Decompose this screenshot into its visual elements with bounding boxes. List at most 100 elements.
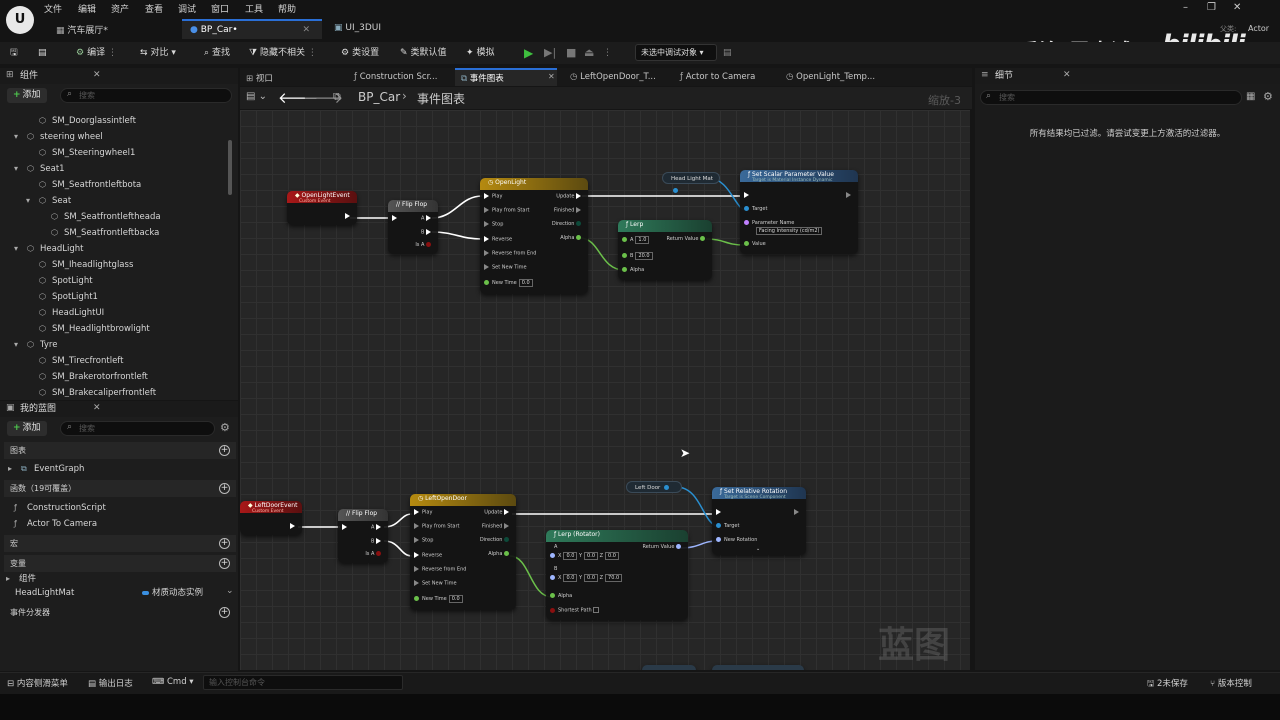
component-tree-item[interactable]: ⬡ SM_Headlightbrowlight	[0, 321, 228, 337]
component-tree-item[interactable]: ⬡ SpotLight	[0, 273, 228, 289]
graphs-section[interactable]: 图表 +	[4, 442, 236, 459]
node-set-scalar-parameter[interactable]: ƒ Set Scalar Parameter Value Target is M…	[740, 170, 858, 254]
variable-type[interactable]: 材质动态实例	[142, 585, 203, 601]
add-variable-icon[interactable]: +	[219, 558, 230, 569]
tab-open-light-temp[interactable]: ◷ OpenLight_Temp...	[786, 72, 875, 82]
functions-section[interactable]: 函数（19可覆盖） +	[4, 480, 236, 497]
return-value-pin[interactable]: Return Value	[666, 236, 708, 243]
node-lerp-rotator[interactable]: ƒ Lerp (Rotator) A X 0.0 Y 0.0 Z 0.0 B X 0.0…	[546, 530, 688, 620]
class-settings-button[interactable]: ⚙ 类设置	[341, 45, 379, 61]
b-value[interactable]: 20.0	[635, 252, 653, 260]
dispatchers-section[interactable]: 事件分发器 +	[4, 604, 236, 621]
component-tree-item[interactable]: ▾ ⬡ HeadLight	[0, 241, 228, 257]
is-a-pin[interactable]: Is A	[365, 551, 384, 558]
gear-icon[interactable]: ⚙	[1263, 90, 1273, 103]
close-icon[interactable]: ✕	[93, 403, 101, 413]
parameter-name-value[interactable]: Facing Intensity (cd/m2)	[756, 227, 823, 235]
exec-in-pin[interactable]	[392, 215, 400, 223]
component-tree-item[interactable]: ▾ ⬡ Seat	[0, 193, 228, 209]
component-tree-item[interactable]: ⬡ SpotLight1	[0, 289, 228, 305]
add-dispatcher-icon[interactable]: +	[219, 607, 230, 618]
b-rotator-fields[interactable]: X 0.0 Y 0.0 Z 70.0	[550, 574, 623, 582]
node-open-light-timeline[interactable]: ◷ OpenLight Play Play from Start Stop Re…	[480, 178, 588, 294]
is-a-pin[interactable]: Is A	[415, 242, 434, 249]
doc-tab-bp-car[interactable]: ● BP_Car• ✕	[182, 19, 322, 39]
value-pin[interactable]: Value	[744, 241, 766, 248]
b-out-pin[interactable]: B	[371, 538, 384, 546]
add-member-button[interactable]: + 添加	[7, 421, 47, 436]
cmd-select[interactable]: ⌨ Cmd ▾	[152, 677, 194, 687]
doc-tab-ui-3dui[interactable]: ▣ UI_3DUI	[326, 19, 446, 39]
reverse-from-end-pin[interactable]: Reverse from End	[484, 250, 536, 258]
add-function-icon[interactable]: +	[219, 483, 230, 494]
b-out-pin[interactable]: B	[421, 229, 434, 237]
component-tree-item[interactable]: ▾ ⬡ Tyre	[0, 337, 228, 353]
component-tree-item[interactable]: ⬡ SM_Brakerotorfrontleft	[0, 369, 228, 385]
return-value-pin[interactable]: Return Value	[642, 544, 684, 551]
chevron-down-icon[interactable]: ⌄	[756, 546, 760, 553]
b-y-value[interactable]: 0.0	[584, 574, 598, 582]
reverse-pin[interactable]: Reverse	[484, 236, 512, 244]
simulate-button[interactable]: ✦ 模拟	[466, 45, 495, 61]
close-icon[interactable]: ✕	[1063, 70, 1071, 80]
diff-button[interactable]: ⇆ 对比 ▾	[140, 45, 176, 61]
node-partial[interactable]	[712, 665, 804, 670]
doc-tab-showroom[interactable]: ▦ 汽车展厅*	[48, 19, 180, 39]
debug-browse-icon[interactable]: ▤	[723, 45, 732, 61]
content-drawer-button[interactable]: ⊟ 内容侧滑菜单	[7, 677, 68, 689]
b-pin[interactable]: B 20.0	[622, 252, 653, 260]
target-pin[interactable]: Target	[744, 206, 767, 213]
function-actor-to-camera[interactable]: ƒ Actor To Camera	[14, 516, 97, 532]
node-set-relative-rotation[interactable]: ƒ Set Relative Rotation Target is Scene …	[712, 487, 806, 555]
target-pin[interactable]: Target	[716, 523, 739, 530]
node-open-light-event[interactable]: ◆ OpenLightEvent Custom Event	[287, 191, 357, 225]
component-tree-item[interactable]: ⬡ HeadLightUI	[0, 305, 228, 321]
output-log-button[interactable]: ▤ 输出日志	[88, 677, 133, 689]
tab-actor-to-camera[interactable]: ƒ Actor to Camera	[680, 72, 755, 82]
macros-section[interactable]: 宏 +	[4, 535, 236, 552]
b-x-value[interactable]: 0.0	[563, 574, 578, 582]
finished-pin[interactable]: Finished	[554, 207, 584, 215]
a-value[interactable]: 1.0	[635, 236, 650, 244]
reverse-from-end-pin[interactable]: Reverse from End	[414, 566, 466, 574]
close-icon[interactable]: ✕	[548, 72, 555, 81]
component-tree-item[interactable]: ▾ ⬡ Seat1	[0, 161, 228, 177]
alpha-pin[interactable]: Alpha	[622, 267, 644, 274]
component-tree-item[interactable]: ⬡ SM_Tirecfrontleft	[0, 353, 228, 369]
source-control-button[interactable]: ⑂ 版本控制	[1210, 677, 1252, 689]
alpha-pin[interactable]: Alpha	[550, 593, 572, 600]
expand-arrow-icon[interactable]: ▾	[14, 129, 24, 145]
node-partial[interactable]	[642, 665, 696, 670]
exec-in-pin[interactable]	[342, 524, 350, 532]
chevron-down-icon[interactable]: ⌄	[226, 586, 234, 596]
reverse-pin[interactable]: Reverse	[414, 552, 442, 560]
exec-in-pin[interactable]	[716, 509, 724, 517]
shortest-path-pin[interactable]: Shortest Path	[550, 607, 600, 615]
hide-unrelated-button[interactable]: ⧩ 隐藏不相关 ⋮	[249, 45, 317, 61]
exec-out-pin[interactable]	[794, 509, 802, 517]
table-view-icon[interactable]: ▦	[1246, 91, 1255, 102]
graph-options-icon[interactable]: ▤ ⌄	[246, 91, 267, 102]
close-window-button[interactable]: ✕	[1233, 2, 1241, 13]
gear-icon[interactable]: ⚙	[220, 421, 230, 434]
menu-window[interactable]: 窗口	[211, 2, 229, 15]
expand-arrow-icon[interactable]: ▾	[14, 337, 24, 353]
close-icon[interactable]: ✕	[93, 70, 101, 80]
minimize-button[interactable]: –	[1183, 2, 1188, 13]
new-rotation-pin[interactable]: New Rotation	[716, 537, 757, 544]
expand-arrow-icon[interactable]: ▾	[14, 241, 24, 257]
a-pin[interactable]: A	[554, 544, 557, 551]
menu-view[interactable]: 查看	[145, 2, 163, 15]
node-flip-flop-2[interactable]: // Flip Flop A B Is A	[338, 509, 388, 563]
new-time-value[interactable]: 0.0	[518, 279, 533, 287]
function-construction-script[interactable]: ƒ ConstructionScript	[14, 500, 106, 516]
component-tree-item[interactable]: ⬡ SM_Iheadlightglass	[0, 257, 228, 273]
menu-file[interactable]: 文件	[44, 2, 62, 15]
menu-tools[interactable]: 工具	[245, 2, 263, 15]
direction-pin[interactable]: Direction	[552, 221, 584, 228]
event-graph-item[interactable]: ▸ ⧉ EventGraph	[8, 461, 84, 477]
b-z-value[interactable]: 70.0	[605, 574, 623, 582]
components-search-input[interactable]: 搜索	[60, 88, 232, 103]
tab-left-open-door[interactable]: ◷ LeftOpenDoor_T...	[570, 72, 656, 82]
add-macro-icon[interactable]: +	[219, 538, 230, 549]
